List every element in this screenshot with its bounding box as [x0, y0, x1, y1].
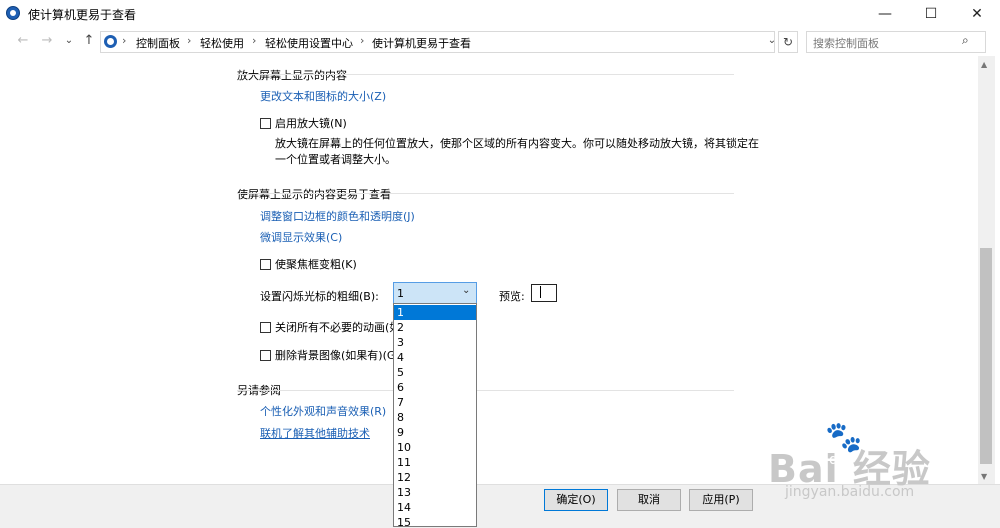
control-panel-icon: [104, 35, 117, 48]
magnifier-description: 放大镜在屏幕上的任何位置放大，使那个区域的所有内容变大。你可以随处移动放大镜，将…: [275, 136, 765, 168]
cursor-thickness-value: 1: [397, 287, 404, 300]
dropdown-option[interactable]: 5: [394, 365, 476, 380]
address-dropdown-chevron-icon[interactable]: ⌄: [765, 33, 779, 49]
magnifier-description-line: 一个位置或者调整大小。: [275, 153, 396, 166]
magnifier-checkbox[interactable]: [260, 118, 271, 129]
minimize-button[interactable]: —: [862, 0, 908, 28]
thick-focus-checkbox[interactable]: [260, 259, 271, 270]
cursor-thickness-dropdown-list[interactable]: 1 2 3 4 5 6 7 8 9 10 11 12 13 14 15: [393, 303, 477, 527]
dropdown-option[interactable]: 12: [394, 470, 476, 485]
maximize-button[interactable]: ☐: [908, 0, 954, 28]
search-icon[interactable]: ⌕: [962, 33, 969, 48]
forward-arrow-icon[interactable]: →: [40, 33, 54, 49]
refresh-button[interactable]: ↻: [778, 31, 798, 53]
thick-focus-checkbox-label[interactable]: 使聚焦框变粗(K): [275, 256, 357, 272]
dropdown-option[interactable]: 1: [394, 305, 476, 320]
remove-background-checkbox[interactable]: [260, 350, 271, 361]
recent-locations-chevron-icon[interactable]: ⌄: [62, 33, 76, 49]
section-divider: [237, 74, 734, 75]
dropdown-option[interactable]: 7: [394, 395, 476, 410]
dropdown-option[interactable]: 14: [394, 500, 476, 515]
disable-animations-checkbox[interactable]: [260, 322, 271, 333]
dropdown-option[interactable]: 6: [394, 380, 476, 395]
dropdown-option[interactable]: 8: [394, 410, 476, 425]
cursor-thickness-label: 设置闪烁光标的粗细(B):: [260, 290, 379, 303]
scroll-up-arrow-icon[interactable]: ▲: [981, 60, 987, 69]
cursor-preview-caret: [540, 286, 541, 298]
breadcrumb-separator-icon[interactable]: ›: [187, 34, 191, 47]
online-assistive-tech-link[interactable]: 联机了解其他辅助技术: [260, 425, 370, 441]
dropdown-option[interactable]: 3: [394, 335, 476, 350]
dropdown-option[interactable]: 4: [394, 350, 476, 365]
scroll-down-arrow-icon[interactable]: ▼: [981, 472, 987, 481]
cursor-preview-box: [531, 284, 557, 302]
dropdown-option[interactable]: 11: [394, 455, 476, 470]
breadcrumb-separator-icon[interactable]: ›: [252, 34, 256, 47]
window-border-color-link[interactable]: 调整窗口边框的颜色和透明度(J): [260, 208, 415, 224]
back-arrow-icon[interactable]: ←: [16, 33, 30, 49]
dropdown-option[interactable]: 15: [394, 515, 476, 526]
control-panel-app-icon: [6, 6, 20, 20]
disable-animations-checkbox-label[interactable]: 关闭所有不必要的动画(如: [275, 319, 400, 335]
section-divider: [237, 390, 734, 391]
scrollbar-thumb[interactable]: [980, 248, 992, 464]
paw-icon: 🐾: [825, 420, 863, 455]
ok-button[interactable]: 确定(O): [544, 489, 608, 511]
up-arrow-icon[interactable]: ↑: [82, 33, 96, 49]
breadcrumb-separator-icon[interactable]: ›: [360, 34, 364, 47]
remove-background-checkbox-label[interactable]: 删除背景图像(如果有)(G): [275, 347, 400, 363]
breadcrumb-ease-of-access[interactable]: 轻松使用: [200, 35, 244, 51]
personalization-link[interactable]: 个性化外观和声音效果(R): [260, 403, 386, 419]
tune-display-link[interactable]: 微调显示效果(C): [260, 229, 342, 245]
cancel-button[interactable]: 取消: [617, 489, 681, 511]
magnifier-checkbox-label[interactable]: 启用放大镜(N): [275, 115, 347, 131]
magnifier-description-line: 放大镜在屏幕上的任何位置放大，使那个区域的所有内容变大。你可以随处移动放大镜，将…: [275, 137, 759, 150]
breadcrumb-current-page[interactable]: 使计算机更易于查看: [372, 35, 471, 51]
preview-label: 预览:: [499, 290, 525, 303]
title-bar: 使计算机更易于查看 — ☐ ✕: [0, 0, 1000, 28]
search-placeholder: 搜索控制面板: [813, 37, 879, 50]
apply-button[interactable]: 应用(P): [689, 489, 753, 511]
change-text-size-link[interactable]: 更改文本和图标的大小(Z): [260, 88, 386, 104]
watermark-url: jingyan.baidu.com: [785, 484, 915, 500]
breadcrumb-ease-center[interactable]: 轻松使用设置中心: [265, 35, 353, 51]
chevron-down-icon[interactable]: ⌄: [462, 285, 470, 296]
section-divider: [237, 193, 734, 194]
dropdown-option[interactable]: 10: [394, 440, 476, 455]
section-heading-easier-to-see: 使屏幕上显示的内容更易于查看: [237, 188, 391, 201]
dropdown-option[interactable]: 13: [394, 485, 476, 500]
watermark-du: du: [829, 452, 847, 468]
breadcrumb-separator-icon[interactable]: ›: [122, 34, 126, 47]
dropdown-option[interactable]: 9: [394, 425, 476, 440]
dropdown-option[interactable]: 2: [394, 320, 476, 335]
section-heading-magnify: 放大屏幕上显示的内容: [237, 69, 347, 82]
window-title: 使计算机更易于查看: [28, 8, 137, 22]
close-button[interactable]: ✕: [954, 0, 1000, 28]
breadcrumb-control-panel[interactable]: 控制面板: [136, 35, 180, 51]
